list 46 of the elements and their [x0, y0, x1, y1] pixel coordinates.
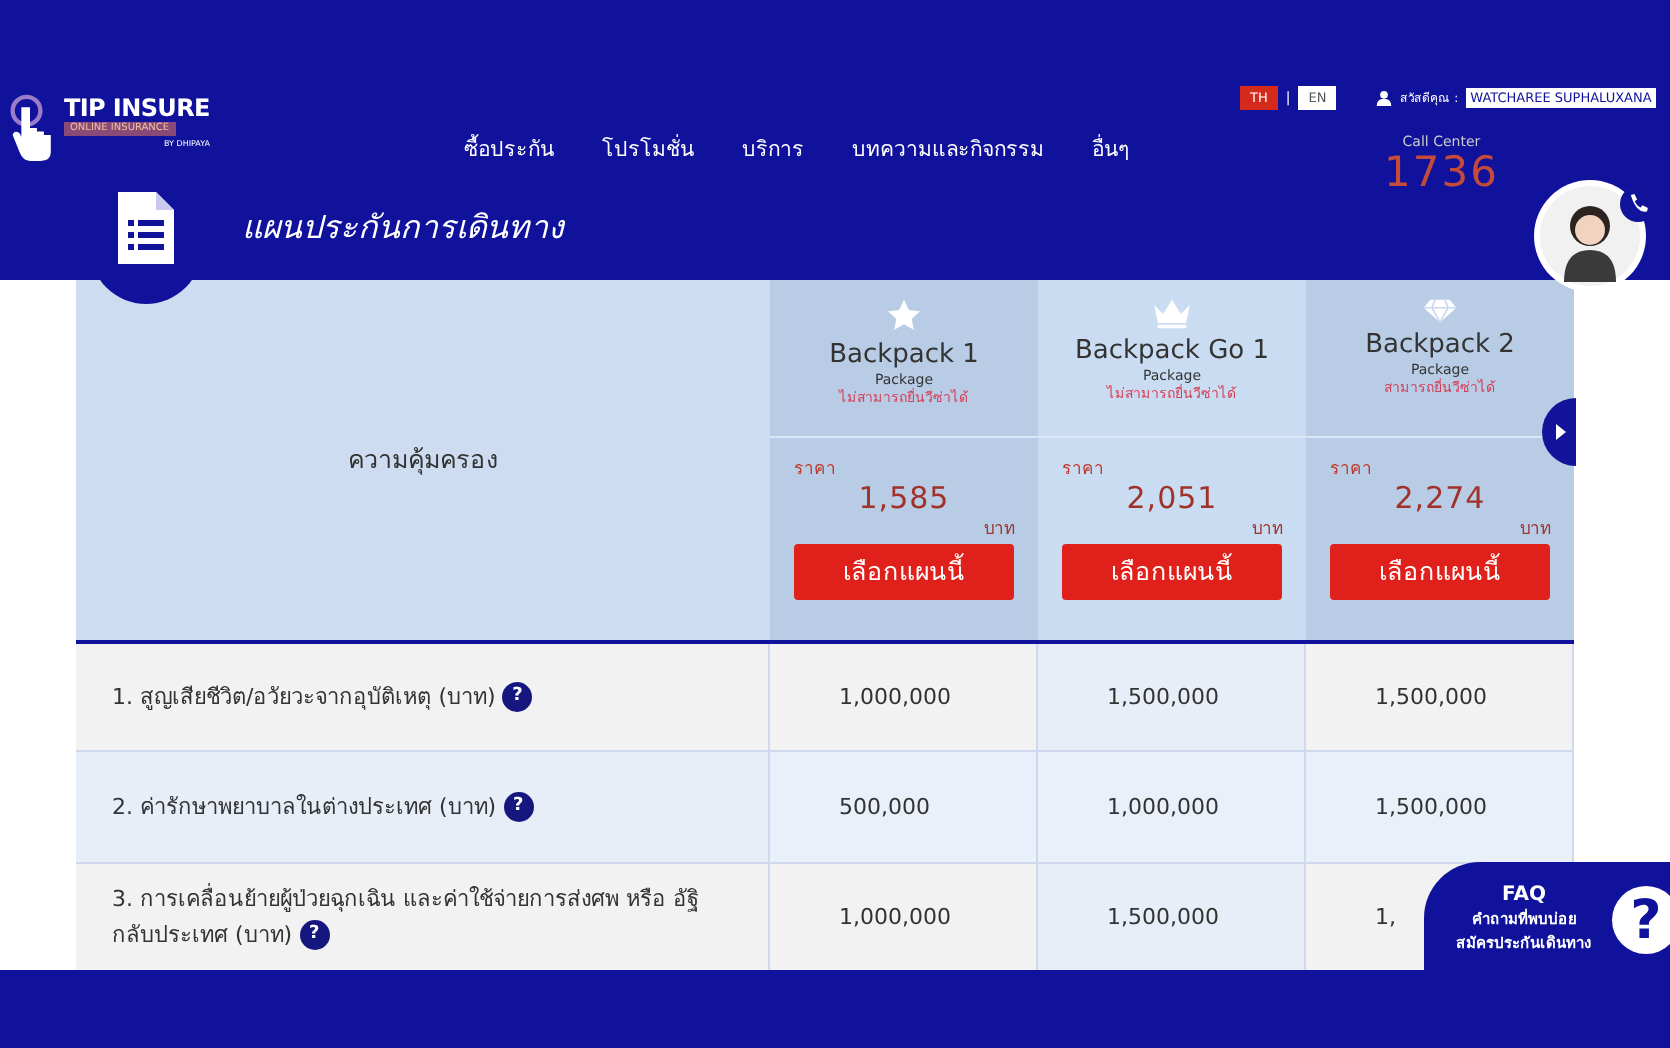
- crown-icon: [1152, 298, 1192, 330]
- logo-name: TIP INSURE: [64, 94, 210, 122]
- amount-text: 1,500,000: [1107, 684, 1221, 710]
- help-icon[interactable]: ?: [502, 681, 533, 712]
- next-arrow-button[interactable]: [1540, 398, 1576, 466]
- nav-link[interactable]: บทความและกิจกรรม: [852, 132, 1044, 160]
- amount-text: 1,500,000: [1375, 794, 1489, 820]
- amount-text: 1,500,000: [1375, 684, 1489, 710]
- diamond-icon: [1422, 298, 1458, 324]
- coverage-label: 3. การเคลื่อนย้ายผู้ป่วยฉุกเฉิน และค่าใช้จ่ายการส่งศพ หรือ อัฐิกลับประเทศ (บาท) ?: [112, 881, 701, 953]
- select-plan-button[interactable]: เลือกแผนนี้: [1062, 544, 1282, 600]
- package-name: Backpack Go 1: [1074, 336, 1270, 368]
- amount-text: 1,000,000: [1107, 794, 1221, 820]
- currency-label: บาท: [1520, 518, 1552, 542]
- help-icon[interactable]: ?: [299, 919, 330, 950]
- person-silhouette-icon: [1540, 186, 1640, 286]
- amount-text: 1,500,000: [1107, 904, 1221, 930]
- select-plan-button[interactable]: เลือกแผนนี้: [1330, 544, 1550, 600]
- document-icon: [118, 192, 174, 264]
- faq-title: FAQ: [1502, 884, 1546, 908]
- star-icon: [886, 298, 922, 334]
- price-label: ราคา: [1062, 458, 1104, 482]
- question-mark-icon: ?: [1612, 886, 1670, 954]
- currency-label: บาท: [984, 518, 1016, 542]
- price-value: 2,274: [1394, 482, 1486, 514]
- nav-link[interactable]: บริการ: [742, 132, 804, 160]
- amount-text: 1,000,000: [839, 904, 953, 930]
- coverage-heading: ความคุ้มครอง: [348, 442, 498, 479]
- help-icon[interactable]: ?: [503, 791, 534, 822]
- select-plan-button[interactable]: เลือกแผนนี้: [794, 544, 1014, 600]
- package-name: Backpack 2: [1365, 330, 1515, 362]
- price-value: 2,051: [1126, 482, 1218, 514]
- page-title: แผนประกันการเดินทาง: [242, 206, 564, 250]
- package-name: Backpack 1: [829, 340, 979, 372]
- currency-label: บาท: [1252, 518, 1284, 542]
- amount-text: 1,000,000: [839, 684, 953, 710]
- price-value: 1,585: [858, 482, 950, 514]
- coverage-label: 2. ค่ารักษาพยาบาลในต่างประเทศ (บาท) ?: [112, 789, 534, 825]
- price-label: ราคา: [794, 458, 836, 482]
- user-icon: [1376, 90, 1393, 106]
- amount-text: 500,000: [839, 794, 932, 820]
- nav-link[interactable]: อื่นๆ: [1092, 132, 1130, 160]
- nav-link[interactable]: ซื้อประกัน: [464, 132, 554, 160]
- coverage-label: 1. สูญเสียชีวิต/อวัยวะจากอุบัติเหตุ (บาท) ?: [112, 679, 533, 715]
- nav-link[interactable]: โปรโมชั่น: [602, 132, 694, 160]
- price-label: ราคา: [1330, 458, 1372, 482]
